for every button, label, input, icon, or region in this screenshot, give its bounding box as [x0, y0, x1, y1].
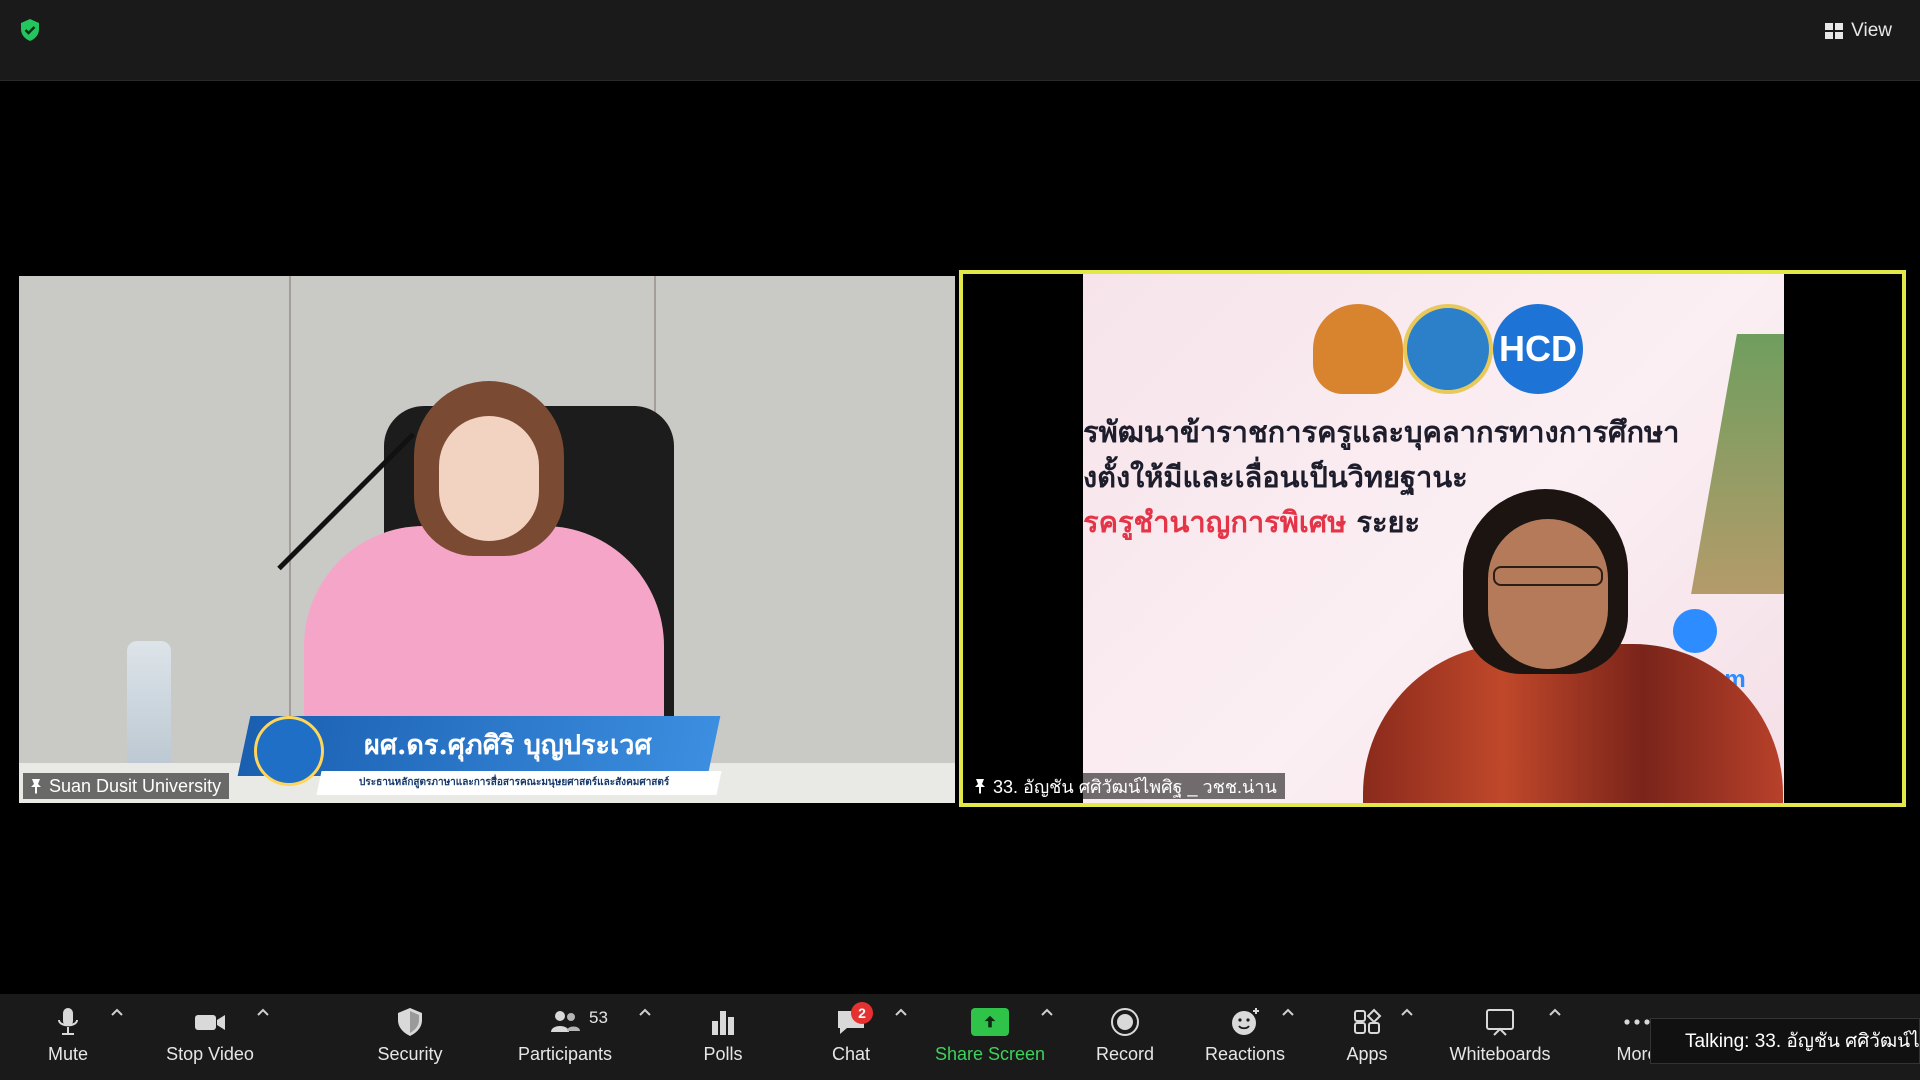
whiteboards-button[interactable]: Whiteboards: [1447, 1002, 1553, 1074]
talking-indicator: Talking: 33. อัญชัน ศศิวัฒน์ไพศิฐ: [1650, 1018, 1920, 1064]
view-button[interactable]: View: [1815, 14, 1902, 48]
video-options-caret[interactable]: [256, 1004, 270, 1018]
slide-red-text: รครูชำนาญการพิเศษ: [1083, 505, 1347, 539]
polls-button[interactable]: Polls: [698, 1002, 748, 1074]
mute-label: Mute: [47, 1044, 89, 1064]
chevron-up-icon: [1041, 1008, 1053, 1016]
video-camera-icon: [195, 1015, 225, 1030]
chevron-up-icon: [1401, 1008, 1413, 1016]
chevron-up-icon: [639, 1008, 651, 1016]
share-screen-icon: [971, 1008, 1009, 1036]
participants-icon: [551, 1011, 580, 1032]
speaker-face: [1488, 519, 1608, 669]
whiteboards-label: Whiteboards: [1449, 1044, 1551, 1064]
apps-icon: [1354, 1008, 1382, 1034]
bar-chart-icon: [712, 1011, 734, 1035]
security-shield-icon: [398, 1008, 422, 1036]
reactions-options-caret[interactable]: [1281, 1004, 1295, 1018]
chevron-up-icon: [111, 1008, 123, 1016]
share-options-caret[interactable]: [1040, 1004, 1054, 1018]
university-logo-icon: [254, 716, 324, 786]
video-tile-suan-dusit[interactable]: ผศ.ดร.ศุภศิริ บุญประเวศ ประธานหลักสูตรภา…: [19, 276, 955, 803]
mute-button[interactable]: Mute: [40, 1002, 96, 1074]
view-label: View: [1851, 20, 1892, 41]
reactions-button[interactable]: Reactions: [1205, 1002, 1285, 1074]
participant-name-tag: Suan Dusit University: [23, 773, 230, 799]
whiteboard-icon: [1486, 1009, 1514, 1036]
participant-name: 33. อัญชัน ศศิวัฒน์ไพศิฐ _ วชช.น่าน: [993, 776, 1277, 797]
grid-view-icon: [1825, 23, 1844, 39]
hcd-logo: HCD: [1493, 304, 1583, 394]
chat-label: Chat: [831, 1044, 871, 1064]
audio-options-caret[interactable]: [110, 1004, 124, 1018]
meeting-top-bar: View: [0, 0, 1920, 81]
university-seal-icon: [1403, 304, 1493, 394]
speaker-face: [439, 416, 539, 541]
slide-heading-line-2: งตั้งให้มีและเลื่อนเป็นวิทยฐานะ: [1083, 460, 1468, 494]
reactions-label: Reactions: [1204, 1044, 1286, 1064]
participants-count: 53: [589, 1008, 608, 1027]
encryption-shield-icon[interactable]: [18, 18, 42, 42]
ministry-emblem-icon: [1313, 304, 1403, 394]
chevron-up-icon: [1282, 1008, 1294, 1016]
virtual-background-slide: HCD รพัฒนาข้าราชการครูและบุคลากรทางการศึ…: [1083, 274, 1784, 803]
share-screen-label: Share Screen: [934, 1044, 1046, 1064]
security-label: Security: [377, 1044, 443, 1064]
more-dots-icon: [1624, 1019, 1650, 1025]
smiley-plus-icon: [1232, 1008, 1259, 1035]
globe-icon: [1673, 609, 1717, 653]
chat-unread-badge: 2: [851, 1002, 873, 1024]
pin-icon: [31, 779, 41, 794]
lower-third-title: ประธานหลักสูตรภาษาและการสื่อสารคณะมนุษยศ…: [359, 777, 670, 788]
glasses: [1493, 566, 1603, 586]
stop-video-button[interactable]: Stop Video: [160, 1002, 260, 1074]
apps-options-caret[interactable]: [1400, 1004, 1414, 1018]
slide-heading-line-1: รพัฒนาข้าราชการครูและบุคลากรทางการศึกษา: [1083, 415, 1680, 449]
lower-third-name: ผศ.ดร.ศุภศิริ บุญประเวศ: [364, 730, 652, 761]
chat-button[interactable]: 2 Chat: [826, 1002, 876, 1074]
participants-button[interactable]: 53 Participants: [515, 1002, 615, 1074]
meeting-toolbar: Mute Stop Video Security 53 Participants…: [0, 994, 1920, 1080]
apps-button[interactable]: Apps: [1342, 1002, 1392, 1074]
chat-options-caret[interactable]: [894, 1004, 908, 1018]
microphone-icon: [58, 1008, 78, 1035]
video-tile-active-speaker[interactable]: HCD รพัฒนาข้าราชการครูและบุคลากรทางการศึ…: [959, 270, 1906, 807]
whiteboards-options-caret[interactable]: [1548, 1004, 1562, 1018]
record-button[interactable]: Record: [1090, 1002, 1160, 1074]
participant-name: Suan Dusit University: [49, 775, 222, 796]
participant-name-tag: 33. อัญชัน ศศิวัฒน์ไพศิฐ _ วชช.น่าน: [967, 773, 1285, 799]
record-label: Record: [1095, 1044, 1155, 1064]
chevron-up-icon: [895, 1008, 907, 1016]
slide-heading-line-3: รครูชำนาญการพิเศษ ระยะ: [1083, 499, 1420, 545]
stop-video-label: Stop Video: [166, 1044, 254, 1064]
chevron-up-icon: [257, 1008, 269, 1016]
participants-options-caret[interactable]: [638, 1004, 652, 1018]
apps-label: Apps: [1346, 1044, 1388, 1064]
slide-building-photo: [1691, 334, 1784, 594]
polls-label: Polls: [703, 1044, 743, 1064]
slide-black-text: ระยะ: [1346, 505, 1421, 539]
water-bottle: [127, 641, 171, 771]
participants-label: Participants: [517, 1044, 613, 1064]
pin-icon: [975, 779, 985, 794]
share-screen-button[interactable]: Share Screen: [932, 1002, 1048, 1074]
record-icon: [1111, 1008, 1139, 1036]
chevron-up-icon: [1549, 1008, 1561, 1016]
security-button[interactable]: Security: [370, 1002, 450, 1074]
